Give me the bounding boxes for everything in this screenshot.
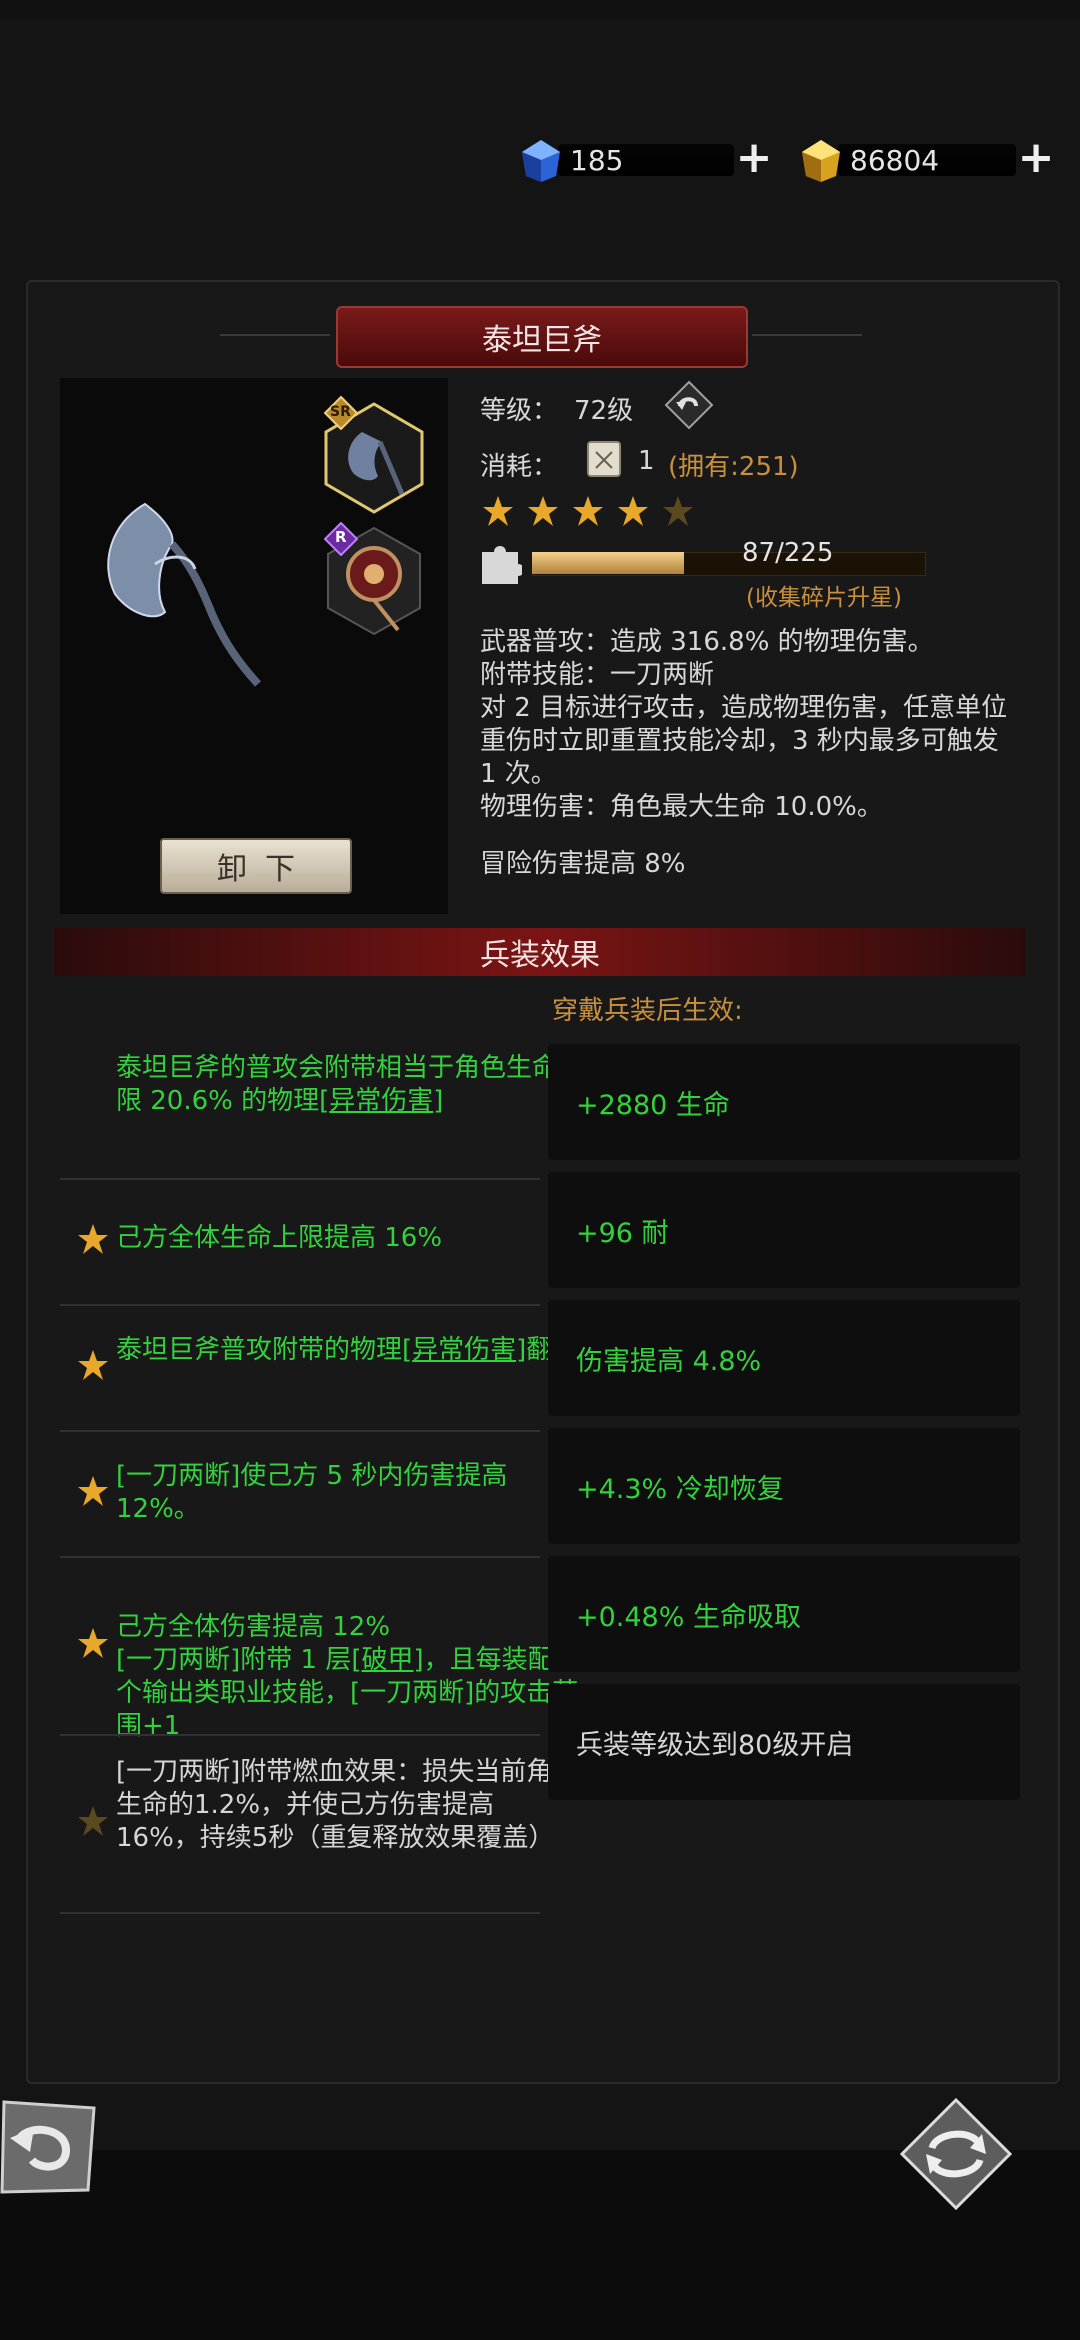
level-label: 等级： bbox=[480, 396, 559, 426]
effects-title: 兵装效果 bbox=[54, 928, 1026, 976]
effect-text: [一刀两断]附带燃血效果：损失当前角色生命的1.2%，并使己方伤害提高 16%，… bbox=[116, 1757, 579, 1853]
desc-line: 对 2 目标进行攻击，造成物理伤害，任意单位重伤时立即重置技能冷却，3 秒内最多… bbox=[480, 693, 1008, 789]
gold-currency: 86804 + bbox=[798, 136, 1056, 182]
bonus-stat: 伤害提高 4.8% bbox=[548, 1300, 1020, 1416]
swap-button[interactable] bbox=[900, 2098, 1012, 2210]
star-icon bbox=[573, 496, 603, 526]
effect-text: 己方全体生命上限提高 16% bbox=[116, 1223, 443, 1253]
desc-line: 附带技能：一刀两断 bbox=[480, 660, 715, 690]
bonus-stat: +4.3% 冷却恢复 bbox=[548, 1428, 1020, 1544]
effect-divider bbox=[60, 1556, 540, 1558]
title-divider-left bbox=[220, 334, 330, 336]
gold-crystal-icon bbox=[802, 140, 840, 182]
effect-divider bbox=[60, 1430, 540, 1432]
effect-divider bbox=[60, 1734, 540, 1736]
add-gold-button[interactable]: + bbox=[1016, 136, 1056, 180]
effect-divider bbox=[60, 1304, 540, 1306]
star-icon bbox=[78, 1476, 108, 1506]
star-icon bbox=[528, 496, 558, 526]
cost-value: 1 bbox=[638, 446, 655, 476]
fragment-count: 87/225 bbox=[742, 538, 834, 568]
scroll-material-icon bbox=[587, 441, 621, 477]
effect-text: 己方全体伤害提高 12% [一刀两断]附带 1 层[破甲]，且每装配 1 个输出… bbox=[116, 1578, 586, 1743]
gold-value: 86804 bbox=[850, 144, 940, 177]
desc-line: 武器普攻：造成 316.8% 的物理伤害。 bbox=[480, 627, 934, 657]
upgrade-level-button[interactable] bbox=[664, 380, 714, 430]
effect-text-part: 泰坦巨斧普攻附带的物理[ bbox=[116, 1335, 413, 1365]
puzzle-piece-icon bbox=[482, 546, 522, 584]
star-icon bbox=[78, 1224, 108, 1254]
star-empty-icon bbox=[78, 1806, 108, 1836]
r-rarity-label: R bbox=[335, 528, 347, 546]
cost-label: 消耗： bbox=[480, 452, 559, 482]
unequip-button[interactable]: 卸下 bbox=[160, 838, 352, 894]
effect-text: 泰坦巨斧的普攻会附带相当于角色生命上限 20.6% 的物理[异常伤害] bbox=[116, 1052, 586, 1118]
item-title: 泰坦巨斧 bbox=[336, 306, 748, 368]
status-bar bbox=[0, 0, 1080, 20]
blue-crystal-icon bbox=[522, 140, 560, 182]
effects-subtitle: 穿戴兵装后生效: bbox=[552, 996, 743, 1026]
star-empty-icon bbox=[663, 496, 693, 526]
desc-line: 物理伤害：角色最大生命 10.0%。 bbox=[480, 792, 883, 822]
cost-owned: (拥有:251) bbox=[668, 452, 799, 482]
gem-currency: 185 + bbox=[518, 136, 774, 182]
star-icon bbox=[78, 1628, 108, 1658]
axe-image bbox=[107, 502, 261, 687]
effect-text: [一刀两断]使己方 5 秒内伤害提高 12%。 bbox=[116, 1461, 508, 1524]
effect-text: 泰坦巨斧普攻附带的物理[异常伤害]翻倍 bbox=[116, 1334, 586, 1367]
add-gems-button[interactable]: + bbox=[734, 136, 774, 180]
effect-divider bbox=[60, 1178, 540, 1180]
bonus-locked: 兵装等级达到80级开启 bbox=[548, 1684, 1020, 1800]
title-divider-right bbox=[752, 334, 862, 336]
gem-value: 185 bbox=[570, 144, 624, 177]
star-icon bbox=[78, 1350, 108, 1380]
bonus-stat: +0.48% 生命吸取 bbox=[548, 1556, 1020, 1672]
fragment-hint: (收集碎片升星) bbox=[746, 585, 902, 611]
item-description: 武器普攻：造成 316.8% 的物理伤害。 附带技能：一刀两断 对 2 目标进行… bbox=[480, 626, 1020, 881]
effect-text-part: ] bbox=[433, 1086, 444, 1116]
effect-divider bbox=[60, 1912, 540, 1914]
effect-link[interactable]: 破甲 bbox=[362, 1645, 414, 1675]
sr-rarity-label: SR bbox=[330, 404, 351, 420]
fragment-progress-fill bbox=[532, 552, 684, 574]
desc-line: 冒险伤害提高 8% bbox=[480, 849, 686, 879]
star-icon bbox=[618, 496, 648, 526]
bonus-stat: +2880 生命 bbox=[548, 1044, 1020, 1160]
level-value: 72级 bbox=[574, 396, 634, 426]
effect-link[interactable]: 异常伤害 bbox=[412, 1335, 516, 1365]
bonus-stat: +96 耐 bbox=[548, 1172, 1020, 1288]
star-icon bbox=[483, 496, 513, 526]
effect-text-part: 己方全体伤害提高 12% [一刀两断]附带 1 层[ bbox=[116, 1612, 391, 1675]
effect-link[interactable]: 异常伤害 bbox=[329, 1086, 433, 1116]
back-button[interactable] bbox=[0, 2098, 98, 2196]
